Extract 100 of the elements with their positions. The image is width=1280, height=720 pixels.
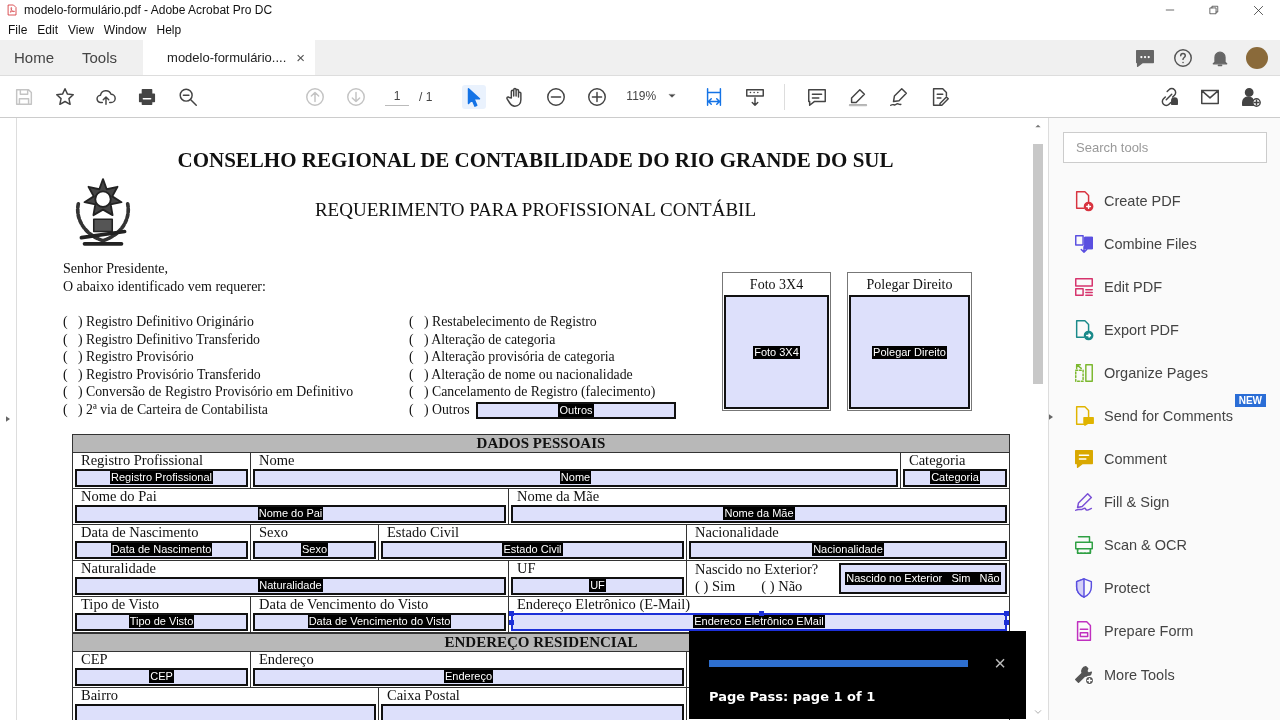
- field-name: Sexo: [300, 543, 329, 557]
- menu-item[interactable]: File: [3, 23, 33, 37]
- caret-icon: [668, 92, 677, 100]
- form-field[interactable]: Registro Profissional: [75, 468, 248, 487]
- edit-pdf-icon: [1073, 275, 1095, 298]
- zoom-in-icon: [586, 85, 609, 108]
- section-header: DADOS PESSOAIS: [73, 433, 1009, 453]
- tool-item[interactable]: Send for Comments NEW: [1049, 394, 1280, 438]
- greeting-text: Senhor Presidente,: [63, 260, 169, 278]
- field-name: Registro Profissional: [110, 471, 213, 485]
- tool-item[interactable]: Prepare Form: [1049, 609, 1280, 654]
- menu-item[interactable]: Edit: [32, 23, 64, 37]
- field-name: Data de Nascimento: [110, 543, 213, 557]
- page-number-field[interactable]: 1: [385, 87, 409, 106]
- tool-item[interactable]: Protect: [1049, 566, 1280, 610]
- tool-item[interactable]: Fill & Sign: [1049, 480, 1280, 524]
- form-field[interactable]: Outros: [476, 402, 676, 420]
- field-label: Caixa Postal: [386, 687, 461, 703]
- tool-item[interactable]: More Tools: [1049, 653, 1280, 697]
- field-name: CEP: [149, 670, 174, 684]
- option-text: ( ) Registro Definitivo Originário: [63, 313, 255, 331]
- tool-item[interactable]: Combine Files: [1049, 222, 1280, 266]
- tool-item[interactable]: Export PDF: [1049, 308, 1280, 352]
- field-label: Endereço Eletrônico (E-Mail): [516, 596, 692, 612]
- form-field[interactable]: Data de Vencimento do Visto: [253, 612, 506, 631]
- field-name: Estado Civil: [502, 543, 563, 557]
- field-label: Estado Civil: [386, 524, 461, 540]
- field-label: Sexo: [258, 524, 289, 540]
- close-button[interactable]: ×: [994, 653, 1006, 673]
- zoom-dropdown[interactable]: 119%: [626, 89, 677, 104]
- tab[interactable]: modelo-formulário.... ×: [143, 40, 316, 75]
- pointer-button[interactable]: [462, 84, 487, 109]
- form-field[interactable]: Nome da Mãe: [511, 504, 1007, 523]
- field-label: CEP: [80, 651, 109, 667]
- box-label: Polegar Direito: [866, 276, 953, 294]
- field-name: Naturalidade: [258, 579, 323, 593]
- field-name: Nome: [559, 471, 592, 485]
- restore-icon: [1209, 5, 1219, 15]
- form-field[interactable]: CEP: [75, 667, 248, 686]
- form-field[interactable]: Endereco Eletrônico EMail: [511, 612, 1007, 631]
- field-label: Categoria: [908, 452, 967, 468]
- field-name: Nascido no Exterior Sim Não: [845, 571, 1001, 585]
- form-field[interactable]: [75, 703, 376, 720]
- form-field[interactable]: Data de Nascimento: [75, 540, 248, 559]
- avatar[interactable]: [1246, 46, 1268, 69]
- scroll-down-icon: [1034, 708, 1042, 716]
- radio-option: ( ) Não: [761, 577, 803, 595]
- comment-icon: [1073, 448, 1095, 471]
- form-field[interactable]: Tipo de Visto: [75, 612, 248, 631]
- window-title: modelo-formulário.pdf - Adobe Acrobat Pro DC: [24, 3, 273, 17]
- tab-close-button[interactable]: ×: [296, 49, 306, 66]
- menu-item[interactable]: View: [63, 23, 99, 37]
- tab[interactable]: Tools: [68, 40, 132, 75]
- menu-item[interactable]: Window: [98, 23, 152, 37]
- field-label: UF: [516, 560, 537, 576]
- export-pdf-icon: [1073, 318, 1095, 341]
- tool-item[interactable]: Scan & OCR: [1049, 523, 1280, 567]
- help-icon: [1172, 46, 1194, 69]
- tab[interactable]: Home: [0, 40, 68, 75]
- field-name: UF: [589, 579, 606, 593]
- form-title: CONSELHO REGIONAL DE CONTABILIDADE DO RIO GRANDE DO SUL: [176, 148, 895, 172]
- option-text: ( ) 2ª via de Carteira de Contabilista: [63, 400, 269, 419]
- box-label: Foto 3X4: [749, 276, 804, 294]
- option-text: ( ) Restabelecimento de Registro: [409, 313, 598, 331]
- field-label: Nome do Pai: [80, 488, 158, 504]
- option-text: ( ) Alteração de nome ou nacionalidade: [409, 365, 634, 384]
- field-label: Nome da Mãe: [516, 488, 601, 504]
- new-badge: NEW: [1234, 394, 1266, 408]
- form-field[interactable]: Sexo: [253, 540, 376, 559]
- field-label: Nascido no Exterior?: [695, 560, 820, 578]
- form-field[interactable]: Foto 3X4: [724, 295, 829, 409]
- scrollbar-thumb[interactable]: [1033, 144, 1043, 384]
- form-field[interactable]: Endereço: [253, 667, 684, 686]
- form-field[interactable]: Estado Civil: [381, 540, 684, 559]
- form-field[interactable]: Categoria: [903, 468, 1007, 487]
- arrow-up-icon: [304, 85, 326, 108]
- field-name: Nome da Mãe: [723, 507, 795, 521]
- form-field[interactable]: Nacionalidade: [689, 540, 1007, 559]
- send-comments-icon: [1073, 405, 1095, 427]
- field-name: Tipo de Visto: [128, 615, 195, 629]
- add-user-icon: [1240, 85, 1262, 108]
- scan-icon: [1073, 534, 1095, 557]
- menu-item[interactable]: Help: [151, 23, 187, 37]
- form-field[interactable]: Nascido no Exterior Sim Não: [839, 562, 1007, 594]
- option-text: ( ) Registro Provisório: [63, 348, 195, 366]
- form-field[interactable]: UF: [511, 576, 684, 595]
- form-field[interactable]: [381, 703, 684, 720]
- tool-item[interactable]: Create PDF: [1049, 179, 1280, 223]
- form-field[interactable]: Nome: [253, 468, 898, 487]
- toast-message: Page Pass: page 1 of 1: [709, 689, 876, 704]
- tool-item[interactable]: Organize Pages: [1049, 351, 1280, 395]
- tool-item[interactable]: Edit PDF: [1049, 265, 1280, 309]
- field-label: Registro Profissional: [80, 452, 205, 468]
- pdf-file-icon: [6, 3, 18, 17]
- tool-item[interactable]: Comment: [1049, 437, 1280, 481]
- expand-arrow-icon: [1047, 412, 1055, 422]
- field-name: Data de Vencimento do Visto: [307, 615, 452, 629]
- form-field[interactable]: Nome do Pai: [75, 504, 506, 523]
- form-field[interactable]: Naturalidade: [75, 576, 506, 595]
- form-field[interactable]: Polegar Direito: [849, 295, 970, 409]
